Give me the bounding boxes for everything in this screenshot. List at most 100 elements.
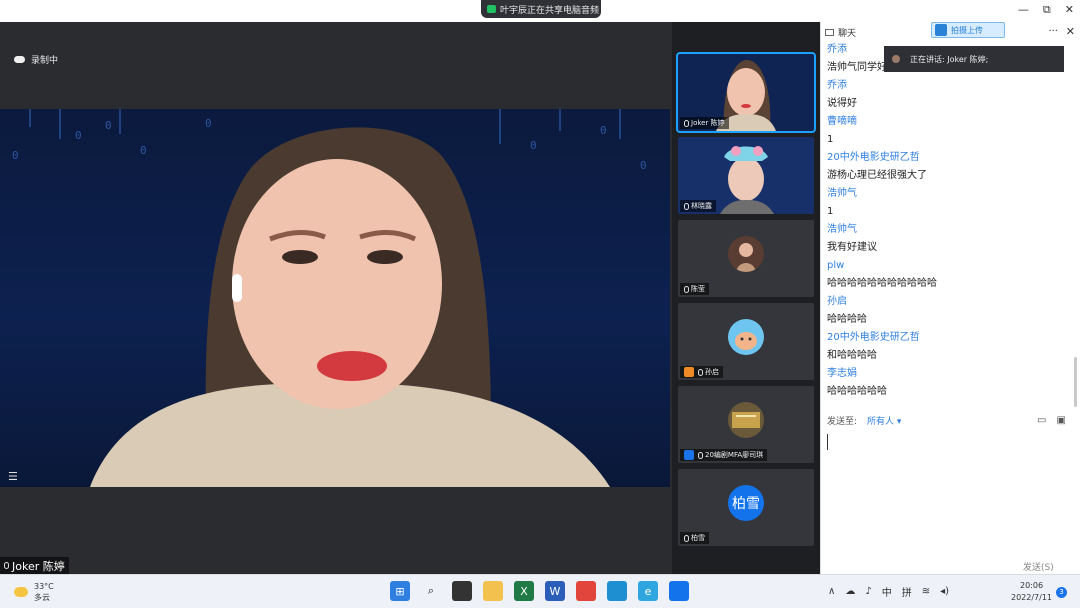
chat-tools: ▭ ▣ bbox=[1037, 415, 1066, 426]
speaker-name-label: Joker 陈婷 bbox=[0, 557, 69, 574]
clock[interactable]: 20:06 2022/7/11 bbox=[1011, 580, 1052, 604]
svg-text:0: 0 bbox=[75, 129, 82, 142]
recording-indicator: 录制中 bbox=[14, 53, 58, 66]
mic-icon bbox=[684, 285, 689, 293]
chat-scrollbar[interactable] bbox=[1074, 357, 1077, 407]
recording-label: 录制中 bbox=[31, 56, 59, 66]
meeting-app-icon[interactable] bbox=[669, 581, 689, 601]
participant-name: 20编剧MFA廖司琪 bbox=[705, 451, 764, 459]
participant-name: 柏雪 bbox=[691, 534, 705, 542]
mic-icon bbox=[684, 202, 689, 210]
wifi-icon[interactable]: ≋ bbox=[922, 586, 930, 597]
participant-list-icon[interactable]: ☰ bbox=[8, 470, 18, 483]
search-icon[interactable]: ⌕ bbox=[421, 581, 441, 601]
svg-text:0: 0 bbox=[12, 149, 19, 162]
main-stage: 录制中 000 000 00 ☰ Joker 陈婷 bbox=[0, 22, 672, 574]
task-view-icon[interactable] bbox=[452, 581, 472, 601]
chat-sender: plw bbox=[827, 260, 845, 271]
file-explorer-icon[interactable] bbox=[483, 581, 503, 601]
audio-share-banner: 叶宇辰正在共享电脑音频 bbox=[481, 0, 601, 18]
screenshot-icon[interactable]: ▣ bbox=[1056, 415, 1065, 426]
chevron-up-icon[interactable]: ∧ bbox=[828, 586, 835, 597]
file-icon[interactable]: ▭ bbox=[1037, 415, 1046, 426]
word-icon[interactable]: W bbox=[545, 581, 565, 601]
send-button[interactable]: 发送(S) bbox=[1023, 560, 1054, 573]
close-icon[interactable]: ✕ bbox=[1066, 25, 1075, 38]
chat-sender: 20中外电影史研乙哲 bbox=[827, 152, 920, 163]
participant-name-label: Joker 陈婷 bbox=[680, 117, 729, 129]
chat-title: 聊天 bbox=[838, 28, 857, 39]
svg-text:0: 0 bbox=[105, 119, 112, 132]
cloud-icon bbox=[14, 56, 25, 63]
ime-mode[interactable]: 中 bbox=[882, 584, 892, 599]
chat-message: 我有好建议 bbox=[827, 242, 877, 253]
avatar: 柏雪 bbox=[728, 485, 764, 521]
ime-pinyin[interactable]: 拼 bbox=[902, 584, 912, 599]
volume-icon[interactable]: ◂) bbox=[940, 586, 949, 597]
chat-sender: 曹嘀嘀 bbox=[827, 116, 857, 127]
audio-share-text: 叶宇辰正在共享电脑音频 bbox=[500, 5, 600, 16]
svg-text:0: 0 bbox=[640, 159, 647, 172]
chat-message: 和哈哈哈哈 bbox=[827, 350, 877, 361]
upload-button[interactable]: 拍摄上传 bbox=[931, 22, 1005, 38]
chat-sender: 孙启 bbox=[827, 296, 847, 307]
more-icon[interactable]: ··· bbox=[1048, 26, 1058, 37]
participant-name: 林晓露 bbox=[691, 202, 712, 210]
chrome-icon[interactable] bbox=[576, 581, 596, 601]
restore-button[interactable]: ⧉ bbox=[1043, 3, 1051, 17]
recipient-dropdown[interactable]: 所有人 ▾ bbox=[867, 414, 901, 427]
participant-name-label: 孙启 bbox=[680, 366, 723, 378]
participant-tile[interactable]: 20编剧MFA廖司琪 bbox=[678, 386, 814, 463]
chat-sender: 浩帅气 bbox=[827, 188, 857, 199]
mic-icon bbox=[684, 119, 689, 127]
participant-tile[interactable]: 林晓露 bbox=[678, 137, 814, 214]
window-controls: — ⧉ ✕ bbox=[1018, 3, 1074, 17]
participant-name: Joker 陈婷 bbox=[691, 119, 725, 127]
participant-name-label: 20编剧MFA廖司琪 bbox=[680, 449, 768, 461]
chat-panel: 聊天 拍摄上传 ··· ✕ 乔添 浩帅气同学好 乔添 说得好 曹嘀嘀 1 20中外电影史研乙… bbox=[820, 22, 1080, 574]
temperature: 33°C bbox=[34, 582, 54, 591]
mic-tray-icon[interactable]: ♪ bbox=[865, 586, 871, 597]
chat-message: 游杨心理已经很强大了 bbox=[827, 170, 927, 181]
chat-message: 说得好 bbox=[827, 98, 857, 109]
svg-text:0: 0 bbox=[600, 124, 607, 137]
chat-sender: 浩帅气 bbox=[827, 224, 857, 235]
chat-messages: 乔添 浩帅气同学好 乔添 说得好 曹嘀嘀 1 20中外电影史研乙哲 游杨心理已经很强大了 浩帅气… bbox=[827, 41, 1075, 401]
host-badge-icon bbox=[684, 367, 694, 377]
excel-icon[interactable]: X bbox=[514, 581, 534, 601]
chat-message: 哈哈哈哈 bbox=[827, 314, 867, 325]
mic-icon bbox=[4, 562, 9, 569]
cloudy-icon bbox=[14, 587, 28, 597]
participant-tile[interactable]: 陈莹 bbox=[678, 220, 814, 297]
svg-text:0: 0 bbox=[140, 144, 147, 157]
taskbar-apps: ⊞ ⌕ X W e bbox=[390, 581, 689, 601]
participant-tile[interactable]: Joker 陈婷 bbox=[676, 52, 816, 133]
participant-name: 孙启 bbox=[705, 368, 719, 376]
close-button[interactable]: ✕ bbox=[1065, 3, 1074, 17]
speaker-video-feed: 0 0 0 0 0 0 0 0 bbox=[12, 109, 647, 487]
chat-input[interactable] bbox=[827, 434, 828, 450]
cloud-icon[interactable]: ☁ bbox=[845, 586, 855, 597]
participant-tile[interactable]: 柏雪 柏雪 bbox=[678, 469, 814, 546]
edge-icon[interactable] bbox=[607, 581, 627, 601]
system-tray: ∧ ☁ ♪ 中 拼 ≋ ◂) bbox=[828, 584, 949, 599]
minimize-button[interactable]: — bbox=[1018, 3, 1029, 17]
chat-sender: 乔添 bbox=[827, 80, 847, 91]
avatar bbox=[728, 402, 764, 438]
participant-name-label: 柏雪 bbox=[680, 532, 709, 544]
participant-tile[interactable]: 孙启 bbox=[678, 303, 814, 380]
start-icon[interactable]: ⊞ bbox=[390, 581, 410, 601]
weather-widget[interactable]: 33°C 多云 bbox=[14, 581, 54, 603]
chat-message: 哈哈哈哈哈哈哈哈哈哈哈 bbox=[827, 278, 937, 289]
chat-message: 1 bbox=[827, 134, 834, 145]
speaking-toast: 正在讲话: Joker 陈婷; bbox=[884, 46, 1064, 72]
mic-icon bbox=[698, 368, 703, 376]
avatar bbox=[728, 319, 764, 355]
chat-sender: 20中外电影史研乙哲 bbox=[827, 332, 920, 343]
upload-button-label: 拍摄上传 bbox=[951, 25, 983, 35]
weather-condition: 多云 bbox=[34, 593, 50, 602]
main-video[interactable]: 0 0 0 0 0 0 0 0 bbox=[0, 109, 670, 487]
ie-icon[interactable]: e bbox=[638, 581, 658, 601]
avatar bbox=[728, 236, 764, 272]
notification-badge[interactable]: 3 bbox=[1056, 587, 1067, 598]
